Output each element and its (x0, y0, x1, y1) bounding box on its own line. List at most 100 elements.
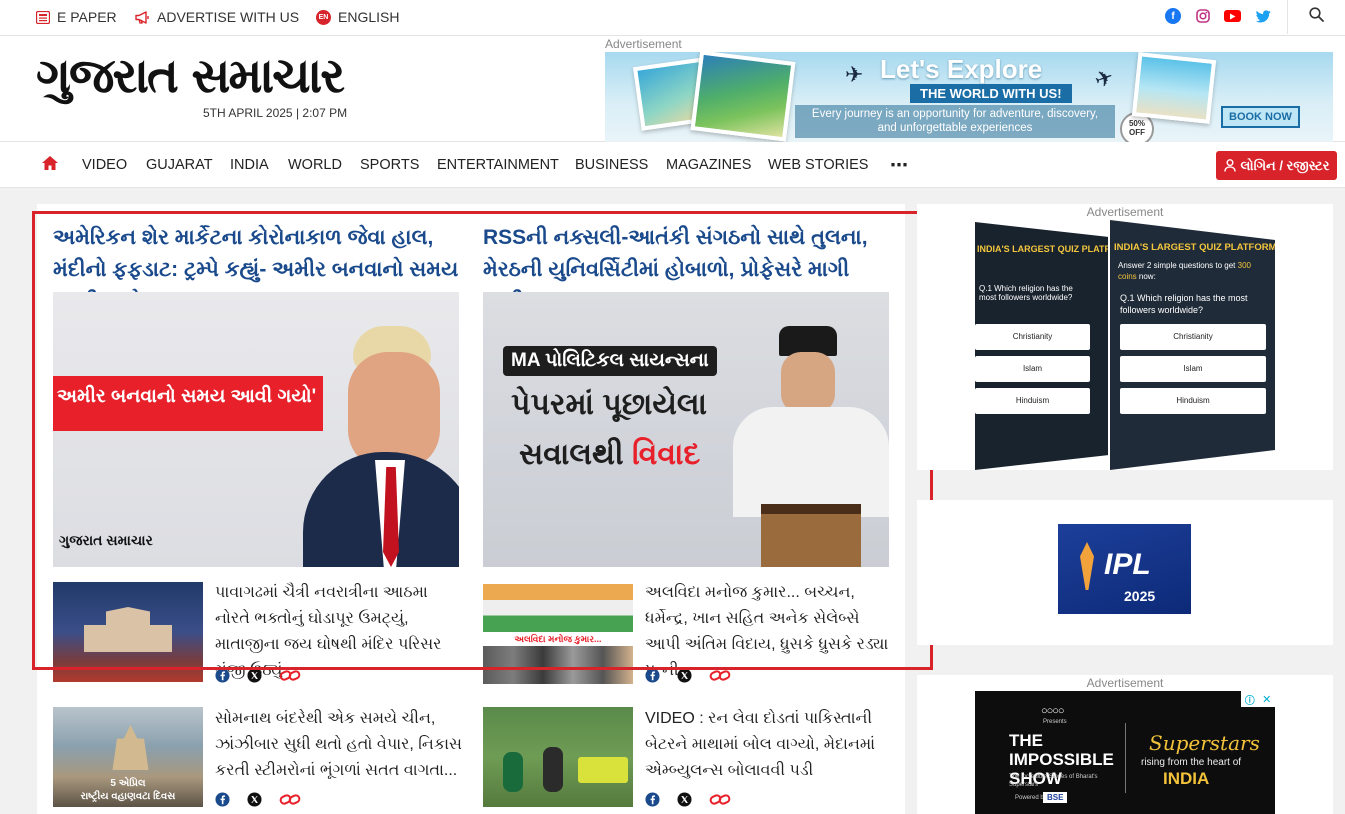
login-label: લોગિન / રજીસ્ટર (1240, 157, 1330, 173)
story-text-4[interactable]: VIDEO : રન લેવા દોડતાં પાકિસ્તાની બેટરને… (645, 706, 895, 784)
story-thumb-2[interactable]: અલવિદા મનોજ કુમાર... (483, 584, 633, 684)
quiz-intro: Answer 2 simple questions to get 300 coi… (1118, 261, 1251, 281)
nav-sports[interactable]: SPORTS (360, 142, 419, 188)
ad-label: Advertisement (1086, 676, 1164, 690)
facebook-icon[interactable]: f (1165, 8, 1181, 24)
x-icon[interactable] (677, 792, 692, 812)
nav-world[interactable]: WORLD (288, 142, 342, 188)
twitter-icon[interactable] (1255, 8, 1271, 24)
thumb-caption: અલવિદા મનોજ કુમાર... (483, 632, 633, 646)
quiz-question: Q.1 Which religion has the most follower… (1120, 293, 1248, 315)
quiz-panel-right[interactable]: INDIA'S LARGEST QUIZ PLATFORM Answer 2 s… (1110, 220, 1275, 470)
rising-text: rising from the heart of (1141, 757, 1242, 768)
quiz-option-christianity[interactable]: Christianity (1120, 324, 1266, 350)
home-button[interactable] (41, 142, 59, 188)
x-icon[interactable] (247, 668, 262, 688)
adchoices[interactable]: ⓘ ✕ (1241, 691, 1275, 707)
facebook-icon[interactable] (645, 792, 660, 812)
quiz-panel-left[interactable]: INDIA'S LARGEST QUIZ PLATFORM Q.1 Which … (975, 222, 1108, 470)
player-shape (503, 752, 523, 792)
english-link[interactable]: EN ENGLISH (316, 0, 399, 34)
image-text-line-1: MA પોલિટિકલ સાયન્સના (503, 346, 717, 376)
share-row-3 (215, 792, 318, 812)
face-shape (781, 352, 835, 414)
x-icon[interactable] (247, 792, 262, 812)
temple-shape (84, 607, 172, 652)
ipl-box: IPL 2025 (917, 500, 1333, 645)
instagram-icon[interactable] (1195, 8, 1211, 24)
powered-label: Powered by (1015, 795, 1047, 801)
story-thumb-1[interactable] (53, 582, 203, 682)
more-menu-icon[interactable]: ⋯ (890, 142, 909, 188)
lead-image-1[interactable]: અમીર બનવાનો સમય આવી ગયો' ગુજરાત સમાચાર (53, 292, 459, 567)
main-nav: VIDEO GUJARAT INDIA WORLD SPORTS ENTERTA… (0, 142, 1345, 188)
celebs-strip (483, 646, 633, 684)
link-icon[interactable] (709, 792, 731, 812)
ad-label: Advertisement (1086, 205, 1164, 219)
nav-magazines[interactable]: MAGAZINES (666, 142, 751, 188)
language-icon: EN (316, 9, 331, 25)
x-icon[interactable] (677, 668, 692, 688)
news-main: અમેરિકન શેર માર્કેટના કોરોનાકાળ જેવા હાલ… (37, 204, 905, 814)
airplane-icon: ✈ (845, 62, 864, 87)
site-header: ગુજરાત સમાચાર 5TH APRIL 2025 | 2:07 PM A… (0, 36, 1345, 142)
lead-image-2[interactable]: MA પોલિટિકલ સાયન્સના પેપરમાં પૂછાયેલા સવ… (483, 292, 889, 567)
cliff-photo (690, 52, 796, 142)
newspaper-icon (36, 10, 50, 24)
share-row-1 (215, 668, 318, 688)
banner-subtitle: THE WORLD WITH US! (910, 84, 1072, 103)
english-label: ENGLISH (338, 9, 400, 25)
story-text-3[interactable]: સોમનાથ બંદરેથી એક સમયે ચીન, ઝાંઝીબાર સુધ… (215, 706, 465, 784)
youtube-icon[interactable] (1224, 10, 1241, 22)
top-bar: E PAPER ADVERTISE WITH US EN ENGLISH f (0, 0, 1345, 36)
temple-shape (112, 725, 149, 770)
nav-video[interactable]: VIDEO (82, 142, 127, 188)
quiz-option-islam[interactable]: Islam (1120, 356, 1266, 382)
facebook-icon[interactable] (215, 792, 230, 812)
site-logo[interactable]: ગુજરાત સમાચાર (36, 52, 345, 100)
quiz-option-hinduism[interactable]: Hinduism (1120, 388, 1266, 414)
image-text-line-2: પેપરમાં પૂછાયેલા (511, 388, 707, 421)
ipl-logo[interactable]: IPL 2025 (1058, 524, 1191, 614)
image-caption: અમીર બનવાનો સમય આવી ગયો' (57, 386, 317, 407)
audi-rings-icon: ○○○○ (1041, 705, 1065, 717)
megaphone-icon (135, 10, 150, 24)
facebook-icon[interactable] (215, 668, 230, 688)
show-tagline: The Incredible Stories of Bharat's Super… (1009, 774, 1098, 788)
epaper-label: E PAPER (57, 9, 117, 25)
image-text-line-3: સવાલથી વિવાદ (519, 438, 701, 471)
user-icon (1223, 159, 1236, 172)
share-row-4 (645, 792, 748, 812)
ambulance-shape (578, 757, 628, 783)
image-brand: ગુજરાત સમાચાર (59, 532, 153, 548)
nav-entertainment[interactable]: ENTERTAINMENT (437, 142, 559, 188)
link-icon[interactable] (709, 668, 731, 688)
nav-gujarat[interactable]: GUJARAT (146, 142, 213, 188)
india-text: INDIA (1163, 769, 1210, 788)
impossible-show-ad[interactable]: ⓘ ✕ ○○○○ Presents THE IMPOSSIBLE SHOW Th… (975, 691, 1275, 814)
facebook-icon[interactable] (645, 668, 660, 688)
book-now-button[interactable]: BOOK NOW (1221, 106, 1300, 128)
link-icon[interactable] (279, 668, 301, 688)
airplane-icon: ✈ (1091, 63, 1117, 94)
nav-business[interactable]: BUSINESS (575, 142, 648, 188)
quiz-ad-box: Advertisement INDIA'S LARGEST QUIZ PLATF… (917, 204, 1333, 470)
umpire-shape (543, 747, 563, 792)
superstars-text: Superstars (1149, 731, 1260, 755)
batsman-icon (1080, 542, 1094, 590)
presents-label: Presents (1043, 719, 1067, 725)
search-icon (1309, 7, 1324, 27)
story-thumb-3[interactable]: 5 એપ્રિલ રાષ્ટ્રીય વહાણવટા દિવસ (53, 707, 203, 807)
link-icon[interactable] (279, 792, 301, 812)
login-button[interactable]: લોગિન / રજીસ્ટર (1216, 151, 1337, 180)
advertise-link[interactable]: ADVERTISE WITH US (135, 0, 299, 34)
story-thumb-4[interactable] (483, 707, 633, 807)
nav-web-stories[interactable]: WEB STORIES (768, 142, 868, 188)
nav-india[interactable]: INDIA (230, 142, 269, 188)
home-icon (41, 155, 59, 175)
info-icon: ⓘ (1244, 695, 1255, 707)
epaper-link[interactable]: E PAPER (36, 0, 117, 34)
travel-ad-banner[interactable]: ✈ Let's Explore THE WORLD WITH US! Every… (605, 52, 1333, 142)
search-button[interactable] (1287, 0, 1345, 34)
divider (1125, 723, 1126, 793)
